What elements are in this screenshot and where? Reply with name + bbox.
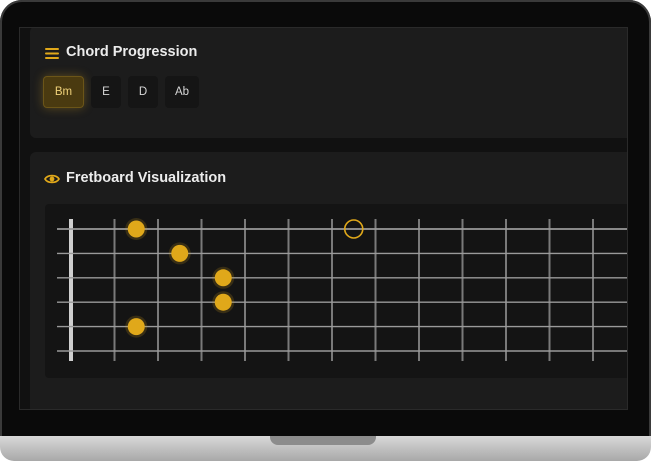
chord-progression-panel: Chord Progression Bm E D Ab	[30, 28, 627, 138]
chord-button-ab[interactable]: Ab	[165, 76, 200, 108]
chord-progression-title: Chord Progression	[66, 44, 198, 60]
eye-icon	[44, 174, 60, 184]
finger-marker	[127, 318, 145, 336]
nut	[69, 219, 73, 361]
chord-button-bm[interactable]: Bm	[43, 76, 84, 108]
fretboard-title: Fretboard Visualization	[66, 170, 227, 186]
finger-marker	[214, 293, 232, 311]
finger-marker	[171, 244, 189, 262]
chord-list: Bm E D Ab	[43, 76, 200, 108]
app-screen: Chord Progression Bm E D Ab Fretboard Vi…	[19, 27, 628, 410]
finger-marker	[127, 220, 145, 238]
chord-button-d[interactable]: D	[128, 76, 158, 108]
finger-marker	[214, 269, 232, 287]
fretboard	[45, 204, 627, 378]
fretboard-diagram	[57, 218, 627, 361]
chord-button-e[interactable]: E	[91, 76, 121, 108]
fretboard-panel: Fretboard Visualization	[30, 152, 627, 409]
laptop-notch	[270, 436, 376, 445]
menu-lines-icon	[45, 48, 59, 59]
